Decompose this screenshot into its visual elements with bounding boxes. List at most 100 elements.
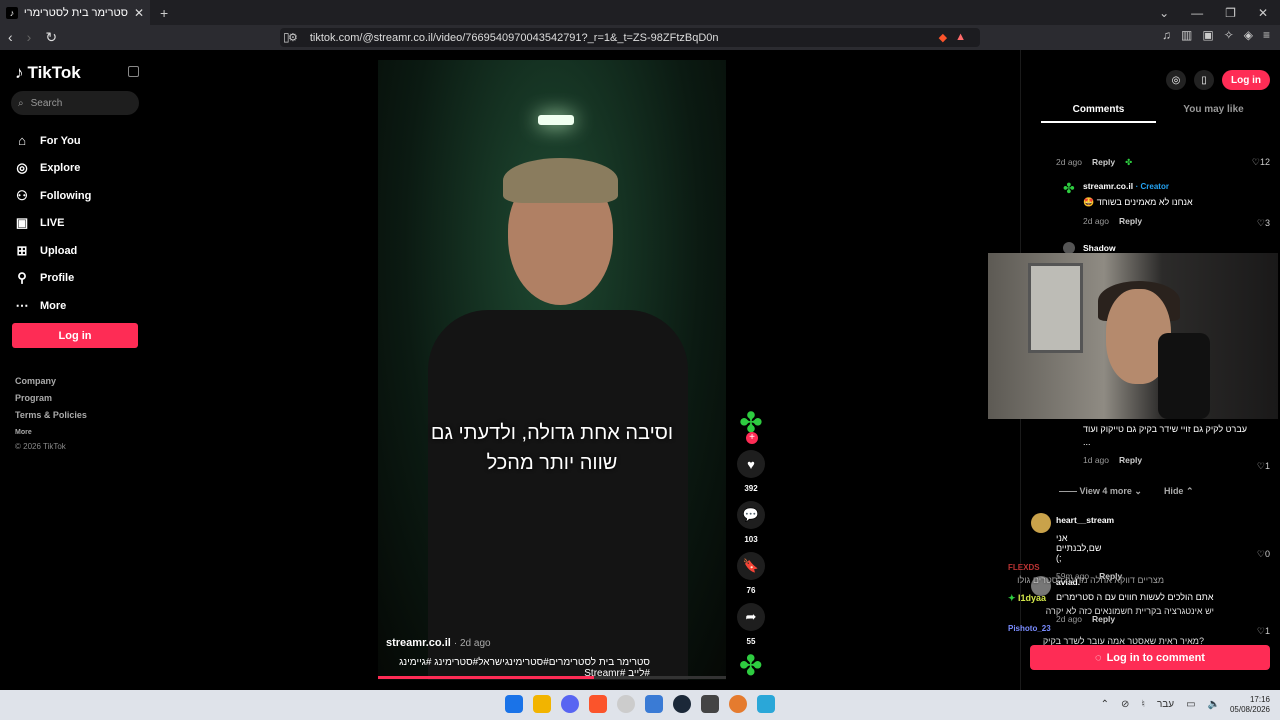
obs-icon[interactable]	[617, 695, 635, 713]
comment-0-like[interactable]: ♡12	[1252, 157, 1270, 168]
comment-1-like[interactable]: ♡3	[1257, 218, 1270, 229]
profile-icon: ⚲	[17, 270, 27, 286]
menu-icon[interactable]: ≡	[1263, 28, 1270, 42]
chat-user: FLEXDS	[1008, 563, 1040, 572]
webcam-overlay	[988, 253, 1278, 419]
tab-comments[interactable]: Comments	[1041, 104, 1156, 123]
new-tab-icon[interactable]: +	[160, 5, 168, 21]
minimize-icon[interactable]: —	[1191, 6, 1203, 20]
app-icon[interactable]	[645, 695, 663, 713]
close-tab-icon[interactable]: ✕	[134, 6, 144, 20]
sound-avatar-icon[interactable]: ✤	[739, 652, 762, 680]
save-action[interactable]: 🔖 76	[736, 552, 766, 595]
home-icon: ⌂	[18, 133, 26, 149]
comment-icon: 💬	[737, 501, 765, 529]
coins-icon[interactable]: ◎	[1166, 70, 1186, 90]
collapse-sidebar-icon[interactable]	[128, 66, 139, 77]
heart-icon: ♥	[737, 450, 765, 478]
leo-icon[interactable]: ✧	[1224, 28, 1234, 42]
language-indicator[interactable]: עבר	[1157, 699, 1174, 710]
reload-icon[interactable]: ↻	[45, 29, 57, 46]
footer-link-program[interactable]: Program	[15, 390, 87, 407]
reply-link[interactable]: Reply	[1092, 157, 1115, 168]
comment-icon: ◌	[1095, 651, 1102, 664]
mic-icon[interactable]: ♮	[1141, 699, 1145, 710]
view-more-replies[interactable]: —— View 4 more ⌄	[1059, 486, 1142, 497]
rewards-icon[interactable]: ▲	[955, 31, 966, 44]
brave-icon[interactable]	[589, 695, 607, 713]
browser-tab[interactable]: ♪ סטרימר בית לסטרימרים #סטרי... ✕	[0, 0, 150, 25]
login-to-comment-button[interactable]: ◌ Log in to comment	[1030, 645, 1270, 670]
video-progress[interactable]	[378, 676, 726, 679]
sidebar-footer: Company Program Terms & Policies More	[15, 373, 87, 441]
like-action[interactable]: ♥ 392	[736, 450, 766, 493]
sidebar-icon[interactable]: ▥	[1181, 28, 1192, 42]
app-icon[interactable]	[701, 695, 719, 713]
sidebar-item-live[interactable]: ▣ LIVE	[15, 210, 91, 238]
avatar	[1031, 513, 1051, 533]
tiktok-icon: ♪	[15, 63, 24, 82]
reply-link[interactable]: Reply	[1119, 216, 1142, 226]
tiktok-logo[interactable]: ♪ TikTok	[15, 63, 81, 83]
search-icon: ⌕	[18, 97, 24, 109]
browser-tabbar: ♪ סטרימר בית לסטרימרים #סטרי... ✕ + ⌄ — …	[0, 0, 1280, 25]
vpn-icon[interactable]: ◈	[1244, 28, 1253, 42]
hide-replies[interactable]: Hide ⌃	[1164, 486, 1194, 497]
file-explorer-icon[interactable]	[533, 695, 551, 713]
video-author[interactable]: streamr.co.il · 2d ago	[386, 637, 491, 649]
bookmark-icon[interactable]: ▯	[283, 30, 290, 44]
footer-link-more[interactable]: More	[15, 424, 87, 441]
video-player[interactable]: וסיבה אחת גדולה, ולדעתי גם שווה יותר מהכ…	[378, 60, 726, 680]
login-button[interactable]: Log in	[12, 323, 138, 348]
media-icon[interactable]: ♫	[1162, 28, 1171, 42]
video-caption: וסיבה אחת גדולה, ולדעתי גם שווה יותר מהכ…	[430, 422, 674, 474]
game-icon[interactable]	[729, 695, 747, 713]
feather-icon[interactable]	[757, 695, 775, 713]
share-action[interactable]: ➦ 55	[736, 603, 766, 646]
comment-3: עברט לקיק גם זויי שידר בקיק גם טייקוק וע…	[1083, 424, 1247, 465]
comment-4-like[interactable]: ♡0	[1257, 549, 1270, 560]
ceiling-light	[538, 115, 574, 125]
sidebar-item-profile[interactable]: ⚲ Profile	[15, 265, 91, 293]
comment-0: 2d ago Reply ✤	[1056, 157, 1133, 168]
comment-3-like[interactable]: ♡1	[1257, 461, 1270, 472]
sidebar-item-for-you[interactable]: ⌂ For You	[15, 127, 91, 155]
creator-avatar[interactable]: ✤ +	[738, 409, 764, 444]
footer-link-company[interactable]: Company	[15, 373, 87, 390]
discord-icon[interactable]	[561, 695, 579, 713]
chat-user: Pishoto_23	[1008, 624, 1051, 633]
wallet-icon[interactable]: ▣	[1202, 28, 1213, 42]
share-icon: ➦	[737, 603, 765, 631]
url-field[interactable]: ⚙ tiktok.com/@streamr.co.il/video/766954…	[280, 28, 980, 47]
upload-icon: ⊞	[16, 242, 28, 258]
steam-icon[interactable]	[673, 695, 691, 713]
comment-action[interactable]: 💬 103	[736, 501, 766, 544]
chevron-up-icon[interactable]: ⌃	[1101, 699, 1109, 710]
clock[interactable]: 17:16 05/08/2026	[1230, 695, 1270, 715]
tab-you-may-like[interactable]: You may like	[1156, 104, 1271, 123]
clover-emoji: ✤	[1125, 157, 1133, 167]
back-icon[interactable]: ‹	[8, 29, 13, 46]
start-icon[interactable]	[505, 695, 523, 713]
footer-link-terms[interactable]: Terms & Policies	[15, 407, 87, 424]
follow-plus-icon[interactable]: +	[746, 432, 758, 444]
forward-icon[interactable]: ›	[27, 29, 32, 46]
sidebar: ♪ TikTok ⌕ Search ⌂ For You ◎ Explore ⚇ Fol…	[0, 50, 150, 690]
sidebar-item-following[interactable]: ⚇ Following	[15, 182, 91, 210]
comment-5-like[interactable]: ♡1	[1257, 626, 1270, 637]
network-icon[interactable]: ⊘	[1121, 699, 1129, 710]
brave-shield-icon[interactable]: ◆	[939, 31, 947, 44]
volume-icon[interactable]: 🔈	[1208, 699, 1220, 710]
sidebar-item-more[interactable]: ⋯ More	[15, 292, 91, 320]
phone-icon[interactable]: ▯	[1194, 70, 1214, 90]
tab-title: סטרימר בית לסטרימרים #סטרי...	[24, 6, 128, 19]
tab-list-icon[interactable]: ⌄	[1159, 6, 1169, 20]
sidebar-item-explore[interactable]: ◎ Explore	[15, 155, 91, 183]
maximize-icon[interactable]: ❐	[1225, 6, 1236, 20]
sidebar-item-upload[interactable]: ⊞ Upload	[15, 237, 91, 265]
display-icon[interactable]: ▭	[1186, 699, 1195, 710]
reply-link[interactable]: Reply	[1119, 455, 1142, 465]
header-login-button[interactable]: Log in	[1222, 70, 1270, 90]
close-window-icon[interactable]: ✕	[1258, 6, 1268, 20]
search-input[interactable]: ⌕ Search	[11, 91, 139, 115]
